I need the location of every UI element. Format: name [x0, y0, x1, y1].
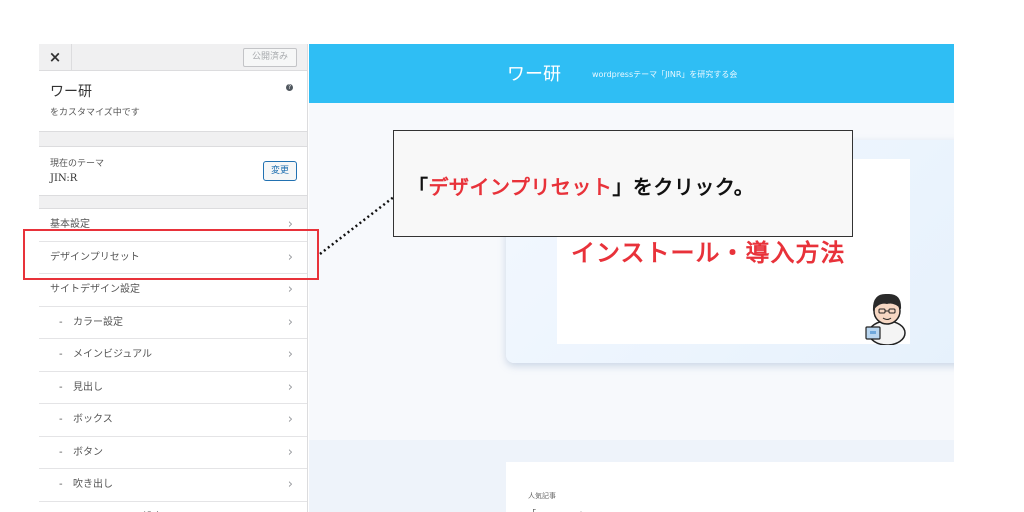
chevron-right-icon: ›: [287, 477, 293, 492]
sidebar-item[interactable]: - ボックス ›: [39, 404, 307, 437]
customizing-text: をカスタマイズ中です: [50, 108, 140, 118]
sub-item-dash: -: [59, 479, 63, 490]
callout-prefix: 「: [408, 175, 429, 199]
site-title: ワー研: [50, 84, 92, 100]
sub-item-dash: -: [59, 316, 63, 328]
theme-name: JIN:R: [50, 173, 78, 184]
sub-item-dash: -: [59, 414, 63, 425]
callout-suffix: 」をクリック。: [612, 175, 755, 199]
sidebar-item-label: 吹き出し: [73, 479, 113, 490]
popular-label: 人気記事: [528, 492, 556, 500]
close-button[interactable]: ×: [39, 44, 72, 70]
callout-highlight: デザインプリセット: [428, 175, 613, 199]
chevron-right-icon: ›: [287, 379, 293, 395]
sub-item-dash: -: [59, 381, 63, 393]
avatar-illustration: [865, 293, 906, 345]
sidebar-item[interactable]: - カラー設定 ›: [39, 307, 307, 339]
active-theme-panel: 現在のテーマ JIN:R 変更: [39, 146, 307, 196]
sidebar-item-label: カラー設定: [73, 316, 123, 328]
popular-first-line: 「 」: [528, 508, 587, 512]
preview-tagline: wordpressテーマ「JINR」を研究する会: [592, 70, 738, 79]
theme-label: 現在のテーマ: [50, 159, 105, 169]
help-icon[interactable]: ?: [286, 84, 293, 91]
preview-site-title[interactable]: ワー研: [507, 60, 561, 86]
site-header: ワー研 wordpressテーマ「JINR」を研究する会: [309, 44, 954, 103]
sidebar-item[interactable]: -アニメーション設定›: [39, 502, 307, 512]
sidebar-item[interactable]: - 見出し ›: [39, 372, 307, 404]
chevron-right-icon: ›: [288, 502, 293, 512]
site-info-panel: ワー研 をカスタマイズ中です ?: [39, 71, 307, 132]
sidebar-item-label: サイトデザイン設定: [50, 284, 140, 295]
sidebar-item-label: 見出し: [73, 381, 103, 393]
hero-heading: インストール・導入方法: [571, 239, 846, 267]
sidebar-item-label: ボタン: [73, 446, 103, 458]
chevron-right-icon: ›: [287, 347, 293, 362]
sub-item-dash: -: [59, 446, 63, 458]
chevron-right-icon: ›: [287, 444, 293, 460]
site-preview[interactable]: ワー研 wordpressテーマ「JINR」を研究する会 インストール・導入方法: [309, 44, 954, 512]
publish-button[interactable]: 公開済み: [243, 48, 297, 67]
change-theme-button[interactable]: 変更: [263, 161, 297, 181]
chevron-right-icon: ›: [287, 314, 293, 330]
instruction-callout: 「デザインプリセット」をクリック。: [393, 130, 853, 237]
callout-text: 「デザインプリセット」をクリック。: [408, 171, 754, 200]
popular-posts-card: 人気記事 「 」: [506, 462, 954, 512]
screenshot-stage: × 公開済み ワー研 をカスタマイズ中です ? 現在のテーマ JIN:R 変更 …: [0, 0, 1024, 512]
sidebar-item[interactable]: - ボタン ›: [39, 437, 307, 469]
chevron-right-icon: ›: [287, 412, 293, 427]
highlight-frame: [23, 229, 319, 280]
sub-item-dash: -: [59, 502, 73, 512]
sidebar-item-label: メインビジュアル: [73, 349, 152, 360]
sidebar-item-label: ボックス: [73, 414, 113, 425]
sidebar-item[interactable]: - 吹き出し ›: [39, 469, 307, 502]
lower-section: 人気記事 「 」: [309, 440, 954, 512]
sub-item-dash: -: [59, 349, 63, 360]
sidebar-topbar: × 公開済み: [39, 44, 307, 71]
sidebar-item[interactable]: - メインビジュアル ›: [39, 339, 307, 372]
